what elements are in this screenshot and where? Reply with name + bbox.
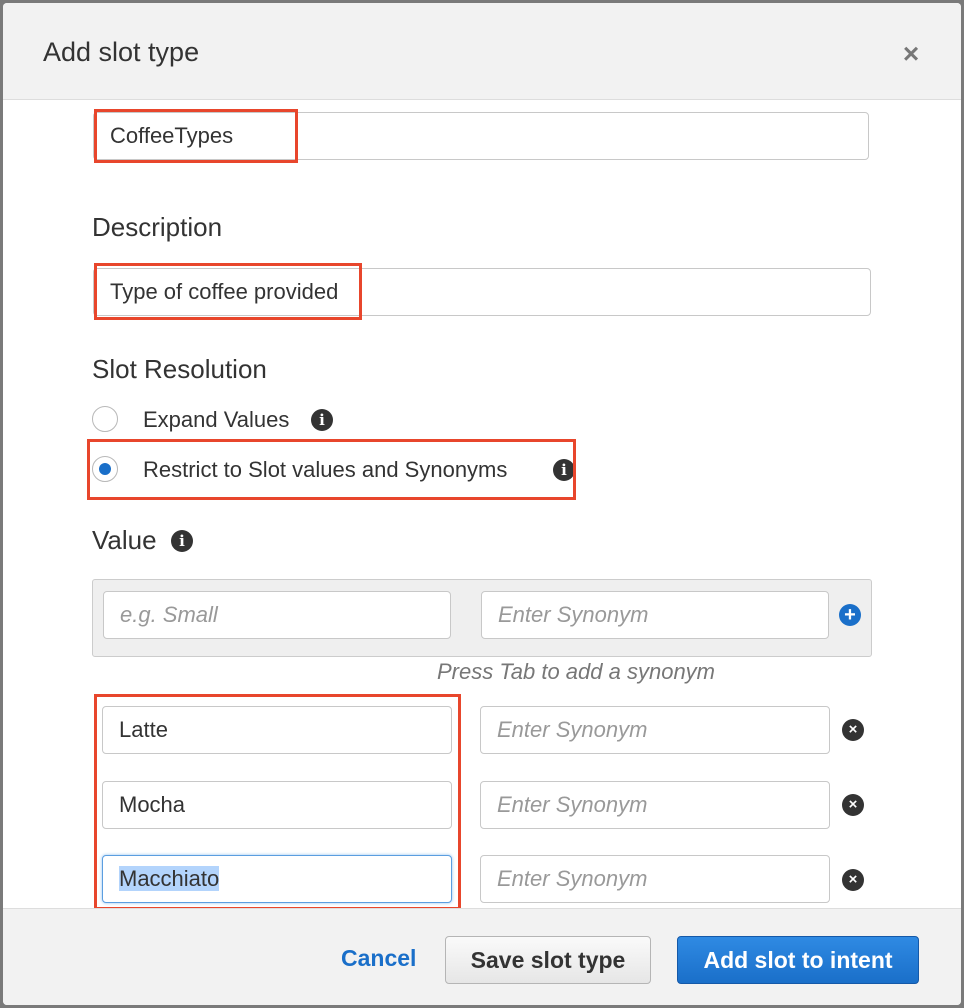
close-circle-icon[interactable]: × [842,794,864,816]
description-label: Description [92,212,223,242]
cancel-button[interactable]: Cancel [341,945,416,972]
close-icon[interactable]: × [896,39,926,69]
value-input-mocha[interactable] [102,781,452,829]
expand-values-label[interactable]: Expand Values [143,407,289,433]
modal-title: Add slot type [43,37,200,67]
add-slot-type-modal: Add slot type × Description Slot Resolut… [3,3,961,1005]
modal-body: Description Slot Resolution Expand Value… [3,100,961,910]
value-input-latte[interactable] [102,706,452,754]
synonym-hint: Press Tab to add a synonym [437,659,716,684]
restrict-values-label[interactable]: Restrict to Slot values and Synonyms [143,457,507,483]
modal-footer: Cancel Save slot type Add slot to intent [3,908,961,1005]
restrict-values-radio[interactable] [92,456,118,482]
new-synonym-input[interactable] [481,591,829,639]
selected-value-text: Macchiato [119,866,220,891]
save-slot-type-button[interactable]: Save slot type [445,936,651,984]
info-icon[interactable]: i [553,459,575,481]
value-input-macchiato[interactable]: Macchiato [102,855,452,903]
close-circle-icon[interactable]: × [842,869,864,891]
new-value-input[interactable] [103,591,451,639]
synonym-input[interactable] [480,855,830,903]
synonym-input[interactable] [480,706,830,754]
synonym-input[interactable] [480,781,830,829]
plus-circle-icon[interactable]: + [839,604,861,626]
new-value-panel: + [92,579,872,657]
add-slot-to-intent-button[interactable]: Add slot to intent [677,936,919,984]
modal-header: Add slot type × [3,3,961,100]
description-input[interactable] [93,268,871,316]
value-label: Value [92,525,157,555]
slot-type-name-input[interactable] [93,112,869,160]
slot-resolution-label: Slot Resolution [92,354,267,384]
close-circle-icon[interactable]: × [842,719,864,741]
expand-values-radio[interactable] [92,406,118,432]
info-icon[interactable]: i [171,530,193,552]
info-icon[interactable]: i [311,409,333,431]
